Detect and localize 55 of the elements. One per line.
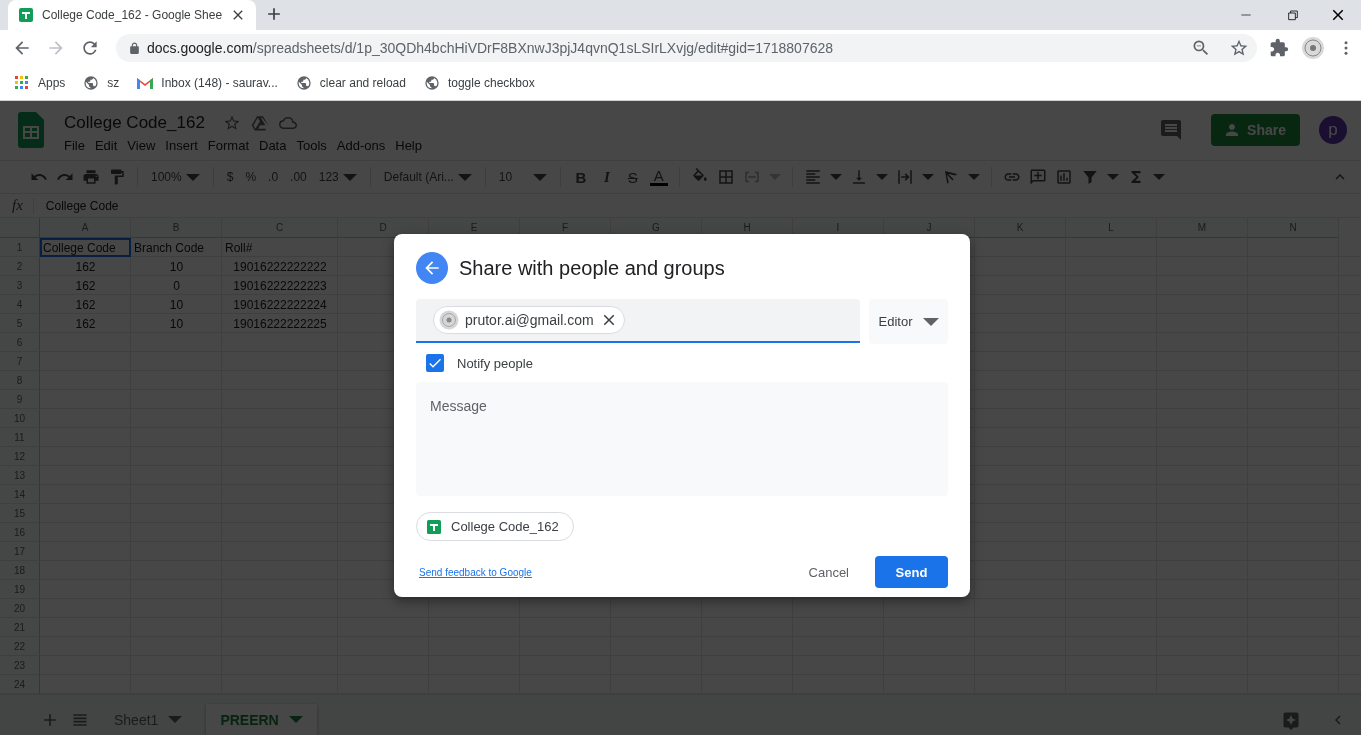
globe-icon (423, 75, 440, 91)
sheets-file-icon (426, 518, 442, 535)
recipient-chip[interactable]: prutor.ai@gmail.com (433, 306, 625, 334)
lock-icon (128, 41, 141, 55)
send-button[interactable]: Send (875, 556, 948, 588)
bookmark[interactable]: clear and reload (293, 73, 408, 93)
notify-checkbox[interactable] (426, 354, 444, 372)
menu-item[interactable]: Insert (165, 138, 198, 153)
dialog-title: Share with people and groups (459, 256, 725, 280)
bookmark-label: Inbox (148) - saurav... (161, 76, 278, 90)
recipient-email: prutor.ai@gmail.com (465, 312, 594, 328)
file-name: College Code_162 (451, 519, 559, 534)
avatar-icon (439, 310, 459, 330)
currency-button[interactable]: $ (224, 170, 236, 184)
star-icon[interactable] (1229, 38, 1249, 58)
zoom-out-icon[interactable] (1191, 38, 1211, 58)
url-text: docs.google.com/spreadsheets/d/1p_30QDh4bchHiVDrF8BXnwJ3pjJ4qvnQ1sLSIrLXvjg/edit#gid=1718807628 (147, 40, 835, 56)
cancel-button[interactable]: Cancel (796, 556, 861, 588)
bookmark[interactable]: Apps (12, 73, 68, 93)
menu-item[interactable]: View (127, 138, 156, 153)
menu-item[interactable]: Data (259, 138, 287, 153)
apps-grid-icon (14, 75, 30, 91)
globe-icon (83, 75, 100, 91)
document-title[interactable]: College Code_162 (64, 113, 205, 133)
checkbox-label: Notify people (457, 355, 533, 371)
back-button[interactable] (416, 252, 448, 284)
caret-icon (922, 317, 939, 326)
menu-item[interactable]: Tools (296, 138, 327, 153)
browser-tab[interactable]: College Code_162 - Google Shee (8, 0, 257, 30)
recipients-field[interactable]: prutor.ai@gmail.com (416, 299, 861, 343)
extensions-icon[interactable] (1269, 38, 1289, 58)
bookmark[interactable]: toggle checkbox (421, 73, 537, 93)
menu-item[interactable]: Format (207, 138, 249, 153)
menu-item[interactable]: Add-ons (336, 138, 386, 153)
reload-icon[interactable] (80, 38, 100, 58)
percent-button[interactable]: % (243, 170, 259, 184)
tab-title: College Code_162 - Google Shee (42, 8, 223, 22)
menu-item[interactable]: Help (395, 138, 422, 153)
bookmark-label: sz (107, 76, 120, 90)
bookmark-label: Apps (38, 76, 66, 90)
address-bar[interactable]: docs.google.com/spreadsheets/d/1p_30QDh4bchHiVDrF8BXnwJ3pjJ4qvnQ1sLSIrLXvjg/edit#gid=1718807628 (116, 34, 1257, 62)
profile-avatar-icon[interactable] (1301, 36, 1325, 60)
formula-input[interactable]: College Code (45, 198, 119, 213)
globe-icon (295, 75, 312, 91)
menu-item[interactable]: Edit (94, 138, 118, 153)
mail-icon (137, 77, 154, 89)
message-field[interactable]: Message (416, 382, 948, 496)
sheets-favicon-icon (18, 7, 34, 23)
bookmark-label: toggle checkbox (447, 76, 535, 90)
bookmark[interactable]: Inbox (148) - saurav... (135, 74, 280, 92)
bookmark[interactable]: sz (81, 73, 122, 93)
feedback-link[interactable]: Send feedback to Google (419, 566, 532, 578)
role-dropdown[interactable]: Editor (869, 299, 948, 344)
menu-item[interactable]: File (64, 138, 85, 153)
bookmark-label: clear and reload (319, 76, 406, 90)
